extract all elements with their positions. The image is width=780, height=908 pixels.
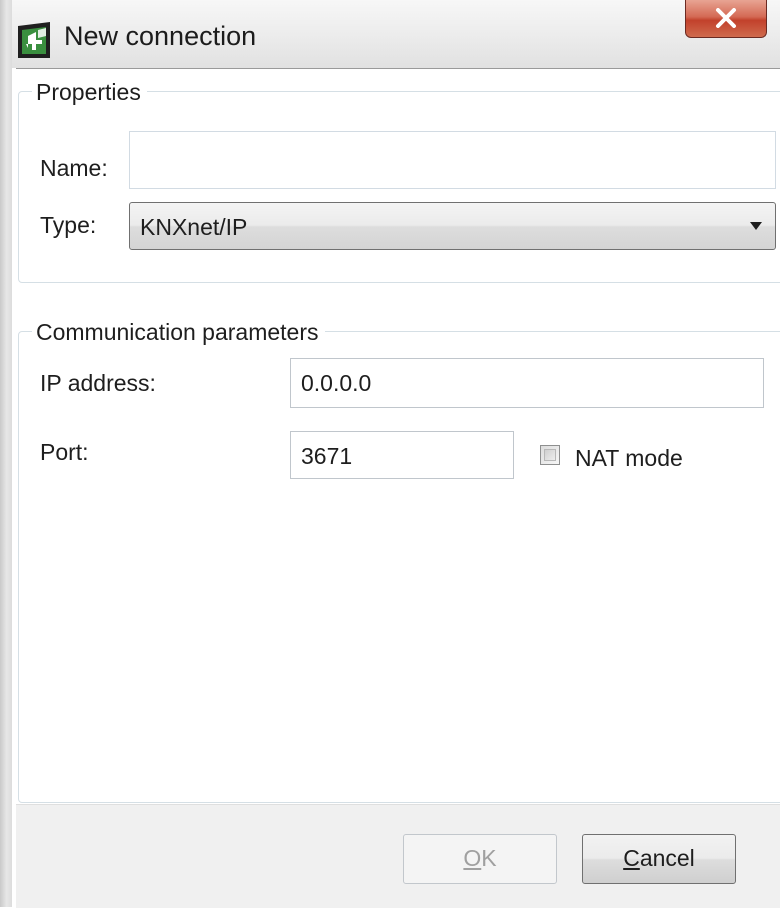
properties-group-title: Properties [32,78,147,106]
cancel-button[interactable]: Cancel [582,834,736,884]
close-icon [716,8,736,28]
chevron-down-icon [750,222,762,230]
cancel-button-label: ancel [639,845,695,871]
close-button[interactable] [685,0,767,38]
port-input[interactable]: 3671 [290,431,514,479]
type-select-value: KNXnet/IP [140,214,248,240]
type-label: Type: [40,212,97,238]
nat-mode-label[interactable]: NAT mode [575,444,683,472]
port-label: Port: [40,439,89,465]
communication-group-title: Communication parameters [32,318,325,346]
title-bar[interactable]: New connection [12,0,780,68]
type-select[interactable]: KNXnet/IP [129,202,776,250]
window-title: New connection [64,21,257,51]
ip-address-label: IP address: [40,370,156,396]
name-input[interactable] [129,131,776,189]
name-label: Name: [40,155,108,181]
app-logo-icon [18,22,50,58]
ok-button-mnemonic: O [463,845,482,871]
nat-mode-checkbox[interactable] [540,445,560,465]
ok-button-label: K [481,845,497,871]
window-left-border [0,0,12,907]
ok-button[interactable]: OK [403,834,557,884]
cancel-button-mnemonic: C [623,845,640,871]
ip-address-input[interactable]: 0.0.0.0 [290,358,764,408]
dialog-client-area: Properties Name: Type: KNXnet/IP Communi… [16,68,780,908]
